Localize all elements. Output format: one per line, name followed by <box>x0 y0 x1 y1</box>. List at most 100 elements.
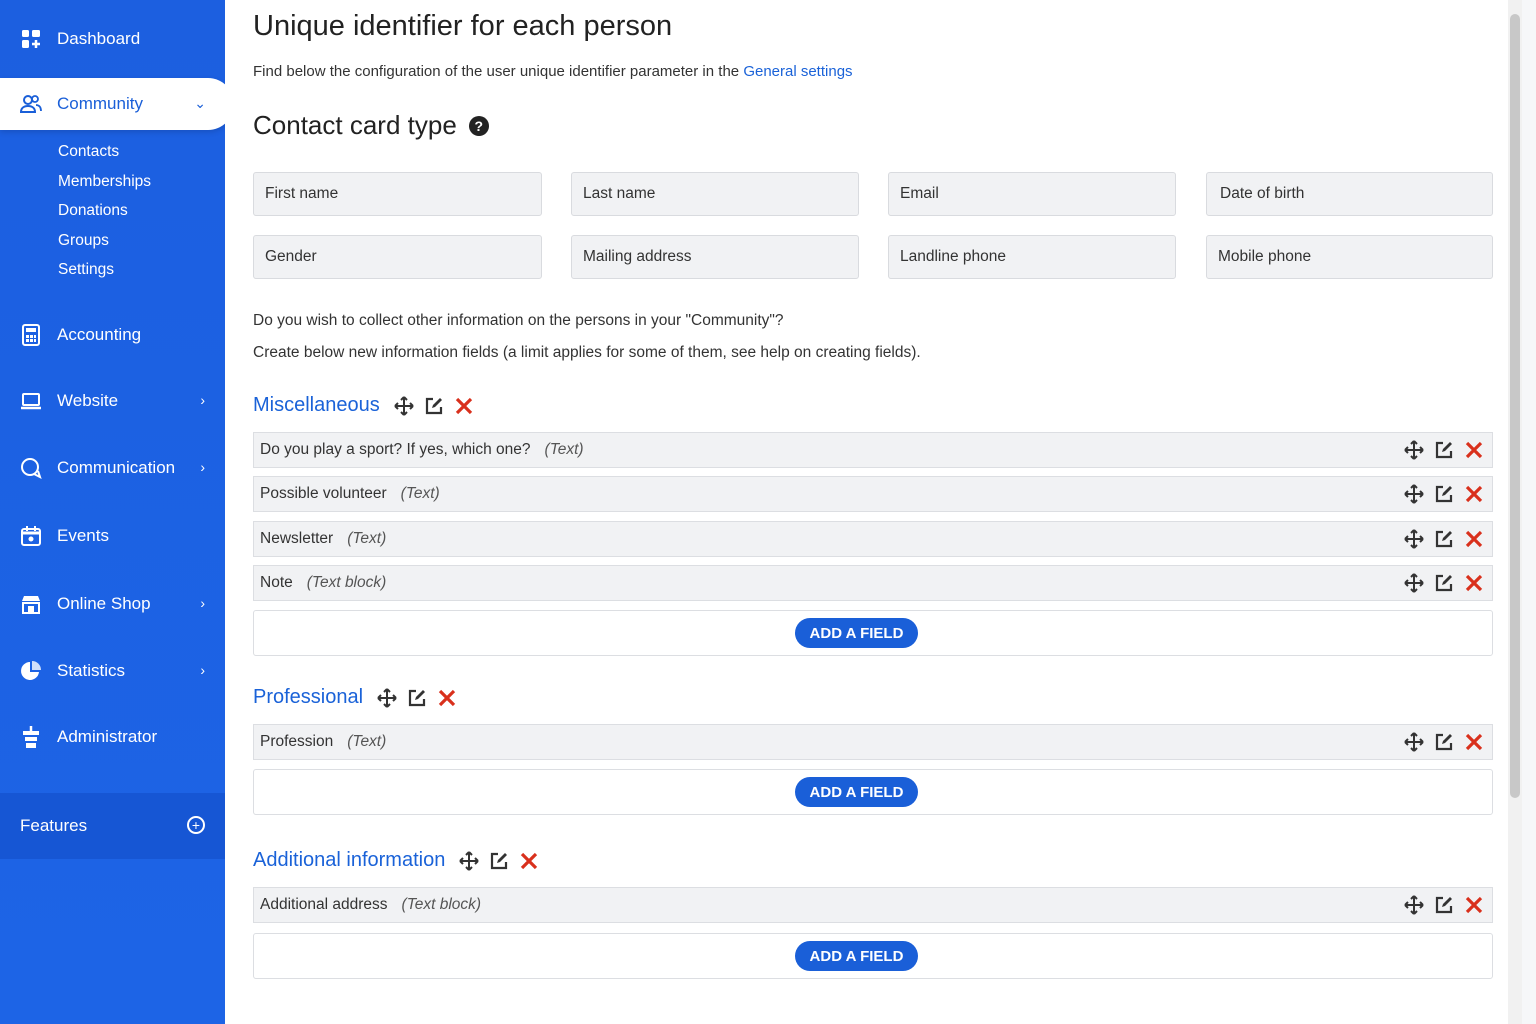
delete-icon[interactable] <box>1464 440 1484 460</box>
edit-icon[interactable] <box>1434 732 1454 752</box>
delete-icon[interactable] <box>519 851 539 871</box>
laptop-icon <box>20 390 42 412</box>
field-mailing-address[interactable]: Mailing address <box>571 235 859 279</box>
section-title-additional-information: Additional information <box>253 849 549 872</box>
field-date-of-birth[interactable]: Date of birth <box>1206 172 1493 216</box>
contact-card-title-text: Contact card type <box>253 110 457 140</box>
edit-icon[interactable] <box>1434 573 1454 593</box>
add-field-container: ADD A FIELD <box>253 610 1493 656</box>
nav-label: Online Shop <box>57 594 151 613</box>
move-icon[interactable] <box>394 395 414 416</box>
field-label: Profession <box>260 733 334 750</box>
move-icon[interactable] <box>1404 529 1424 549</box>
sub-donations[interactable]: Donations <box>58 202 128 220</box>
nav-communication[interactable]: Communication › <box>0 442 225 494</box>
nav-website[interactable]: Website › <box>0 375 225 427</box>
nav-administrator[interactable]: Administrator <box>0 711 225 763</box>
field-row[interactable]: Do you play a sport? If yes, which one? … <box>253 432 1493 468</box>
field-type: (Text block) <box>306 574 387 591</box>
nav-accounting[interactable]: Accounting <box>0 309 225 361</box>
field-email[interactable]: Email <box>888 172 1176 216</box>
general-settings-link[interactable]: General settings <box>743 63 852 80</box>
plus-circle-icon[interactable]: + <box>187 816 205 834</box>
field-label: Newsletter <box>260 530 334 547</box>
delete-icon[interactable] <box>1464 732 1484 752</box>
chevron-down-icon: ⌄ <box>194 95 206 111</box>
chevron-right-icon: › <box>200 595 205 611</box>
field-row[interactable]: Newsletter (Text) <box>253 521 1493 557</box>
field-row[interactable]: Possible volunteer (Text) <box>253 476 1493 512</box>
delete-icon[interactable] <box>437 688 457 708</box>
field-type: (Text) <box>347 733 387 750</box>
edit-icon[interactable] <box>489 851 509 871</box>
sub-memberships[interactable]: Memberships <box>58 173 151 191</box>
field-row[interactable]: Note (Text block) <box>253 565 1493 601</box>
field-label: Possible volunteer <box>260 485 387 502</box>
section-title-text[interactable]: Professional <box>253 686 363 709</box>
edit-icon[interactable] <box>407 688 427 708</box>
nav-label: Accounting <box>57 325 142 344</box>
field-label: Additional address <box>260 896 388 913</box>
calendar-icon <box>20 525 42 547</box>
field-type: (Text) <box>347 530 387 547</box>
move-icon[interactable] <box>1404 484 1424 504</box>
field-label: Do you play a sport? If yes, which one? <box>260 441 531 458</box>
features-bar[interactable]: Features + <box>0 793 225 859</box>
sub-groups[interactable]: Groups <box>58 232 109 250</box>
field-row[interactable]: Profession (Text) <box>253 724 1493 760</box>
sidebar: Dashboard Community ⌄ Contacts Membershi… <box>0 0 234 1024</box>
edit-icon[interactable] <box>1434 895 1454 915</box>
pie-chart-icon <box>20 660 42 682</box>
calculator-icon <box>20 324 42 346</box>
nav-dashboard[interactable]: Dashboard <box>0 13 225 65</box>
scrollbar-thumb[interactable] <box>1510 14 1520 798</box>
nav-label: Administrator <box>57 727 158 746</box>
field-row[interactable]: Additional address (Text block) <box>253 887 1493 923</box>
help-icon[interactable]: ? <box>468 115 489 136</box>
edit-icon[interactable] <box>1434 440 1454 460</box>
add-field-container: ADD A FIELD <box>253 769 1493 815</box>
delete-icon[interactable] <box>1464 484 1484 504</box>
nav-label: Website <box>57 391 119 410</box>
features-label: Features <box>20 816 88 835</box>
delete-icon[interactable] <box>1464 895 1484 915</box>
field-mobile-phone[interactable]: Mobile phone <box>1206 235 1493 279</box>
delete-icon[interactable] <box>1464 573 1484 593</box>
edit-icon[interactable] <box>1434 529 1454 549</box>
section-title-text[interactable]: Additional information <box>253 849 445 872</box>
nav-online-shop[interactable]: Online Shop › <box>0 578 225 630</box>
add-field-button[interactable]: ADD A FIELD <box>795 941 918 971</box>
move-icon[interactable] <box>1404 732 1424 752</box>
field-landline-phone[interactable]: Landline phone <box>888 235 1176 279</box>
nav-statistics[interactable]: Statistics › <box>0 645 225 697</box>
community-icon <box>20 93 42 115</box>
move-icon[interactable] <box>1404 573 1424 593</box>
nav-label: Dashboard <box>57 29 141 48</box>
edit-icon[interactable] <box>424 396 444 416</box>
edit-icon[interactable] <box>1434 484 1454 504</box>
admin-icon <box>20 726 42 748</box>
scrollbar[interactable] <box>1508 0 1522 1024</box>
field-last-name[interactable]: Last name <box>571 172 859 216</box>
field-type: (Text block) <box>401 896 482 913</box>
move-icon[interactable] <box>459 850 480 871</box>
delete-icon[interactable] <box>454 396 474 416</box>
add-field-container: ADD A FIELD <box>253 933 1493 979</box>
field-label: Note <box>260 574 293 591</box>
nav-community[interactable]: Community ⌄ <box>0 78 234 130</box>
move-icon[interactable] <box>1404 895 1424 915</box>
section-title-text[interactable]: Miscellaneous <box>253 394 380 417</box>
add-field-button[interactable]: ADD A FIELD <box>795 618 918 648</box>
section-title-miscellaneous: Miscellaneous <box>253 394 484 417</box>
field-first-name[interactable]: First name <box>253 172 542 216</box>
delete-icon[interactable] <box>1464 529 1484 549</box>
move-icon[interactable] <box>377 687 397 708</box>
sub-settings[interactable]: Settings <box>58 261 114 279</box>
page-description: Find below the configuration of the user… <box>253 63 853 80</box>
move-icon[interactable] <box>1404 440 1424 460</box>
field-gender[interactable]: Gender <box>253 235 542 279</box>
add-field-button[interactable]: ADD A FIELD <box>795 777 918 807</box>
chevron-right-icon: › <box>200 392 205 408</box>
nav-events[interactable]: Events <box>0 510 225 562</box>
sub-contacts[interactable]: Contacts <box>58 143 119 161</box>
